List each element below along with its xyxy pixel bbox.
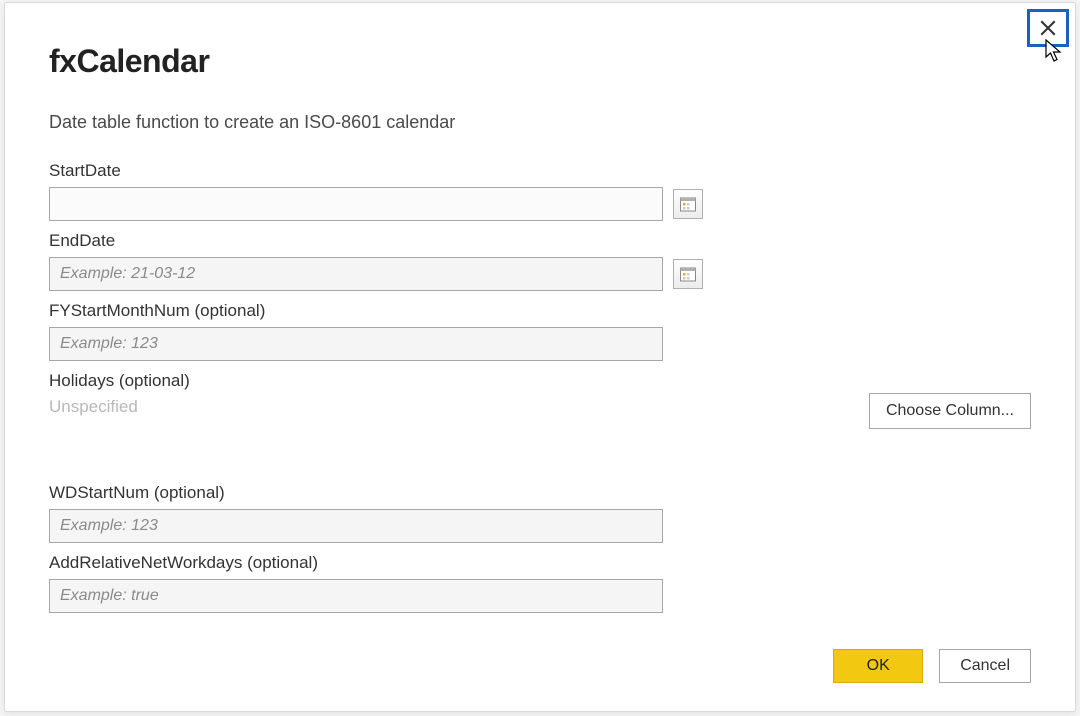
field-fystartmonthnum: FYStartMonthNum (optional)	[49, 301, 1031, 361]
field-enddate: EndDate	[49, 231, 1031, 291]
cancel-button[interactable]: Cancel	[939, 649, 1031, 683]
holidays-label: Holidays (optional)	[49, 371, 190, 391]
startdate-label: StartDate	[49, 161, 1031, 181]
holidays-status: Unspecified	[49, 397, 190, 417]
wdstartnum-label: WDStartNum (optional)	[49, 483, 1031, 503]
ok-button[interactable]: OK	[833, 649, 923, 683]
enddate-input[interactable]	[49, 257, 663, 291]
enddate-label: EndDate	[49, 231, 1031, 251]
fystartmonthnum-label: FYStartMonthNum (optional)	[49, 301, 1031, 321]
field-startdate: StartDate	[49, 161, 1031, 221]
dialog-footer: OK Cancel	[833, 649, 1031, 683]
field-holidays: Holidays (optional) Unspecified	[49, 371, 190, 417]
startdate-input[interactable]	[49, 187, 663, 221]
calendar-icon	[679, 195, 697, 213]
dialog-title: fxCalendar	[49, 43, 1031, 80]
dialog-description: Date table function to create an ISO-860…	[49, 112, 1031, 133]
dialog-content: fxCalendar Date table function to create…	[5, 3, 1075, 613]
addrelativenetworkdays-label: AddRelativeNetWorkdays (optional)	[49, 553, 1031, 573]
close-icon	[1039, 19, 1057, 37]
field-wdstartnum: WDStartNum (optional)	[49, 483, 1031, 543]
addrelativenetworkdays-input[interactable]	[49, 579, 663, 613]
startdate-datepicker-button[interactable]	[673, 189, 703, 219]
field-addrelativenetworkdays: AddRelativeNetWorkdays (optional)	[49, 553, 1031, 613]
function-dialog: fxCalendar Date table function to create…	[4, 2, 1076, 712]
enddate-datepicker-button[interactable]	[673, 259, 703, 289]
fystartmonthnum-input[interactable]	[49, 327, 663, 361]
choose-column-button[interactable]: Choose Column...	[869, 393, 1031, 429]
wdstartnum-input[interactable]	[49, 509, 663, 543]
calendar-icon	[679, 265, 697, 283]
close-button[interactable]	[1027, 9, 1069, 47]
